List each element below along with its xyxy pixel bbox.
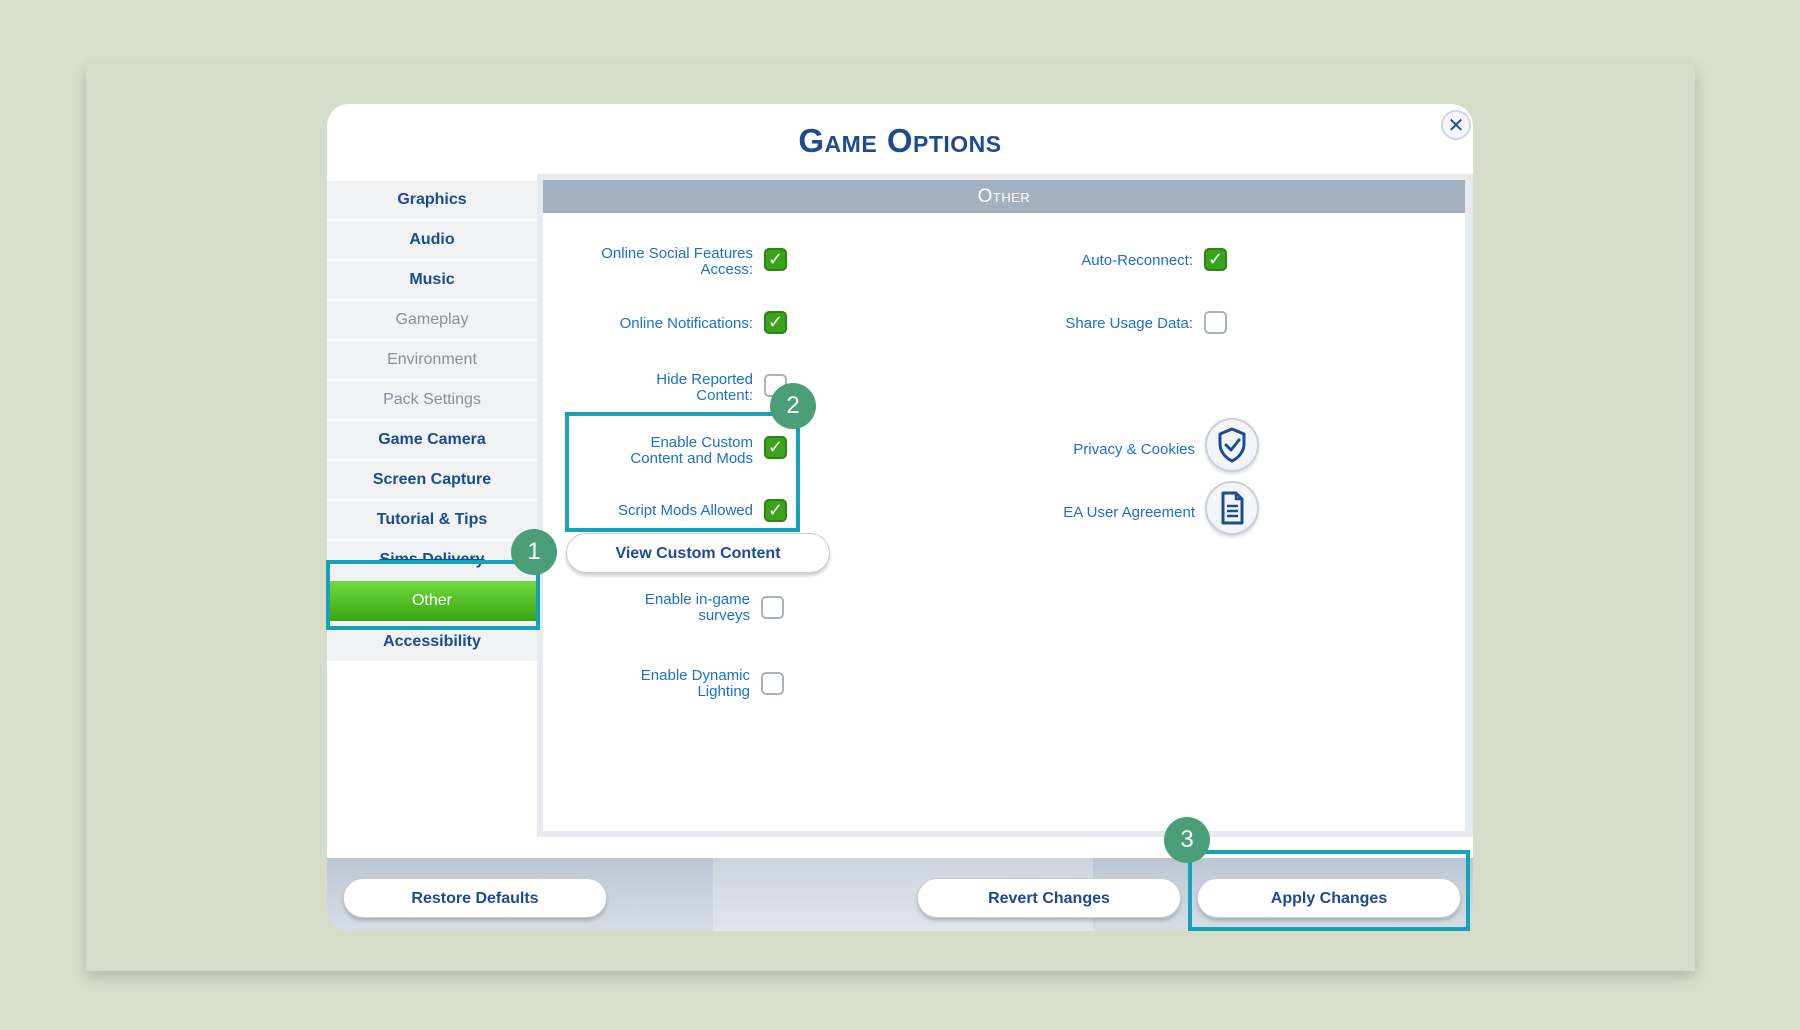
close-button[interactable]: ✕ [1441,110,1471,140]
hide-reported-label: Hide Reported Content: [656,371,753,404]
surveys-label: Enable in-game surveys [644,591,750,624]
section-header: Other [543,180,1465,213]
user-agreement-button[interactable] [1205,481,1259,535]
sidebar-item-pack-settings: Pack Settings [327,381,537,419]
highlight-box-other-tab [326,560,540,630]
online-notifications-label: Online Notifications: [619,315,753,332]
auto-reconnect-label: Auto-Reconnect: [1081,252,1193,269]
document-icon [1221,491,1244,525]
close-icon: ✕ [1447,115,1465,137]
user-agreement-label[interactable]: EA User Agreement [953,505,1195,521]
highlight-box-apply-changes [1188,850,1470,931]
sidebar-item-tutorial-tips[interactable]: Tutorial & Tips [327,501,537,539]
view-custom-content-button[interactable]: View Custom Content [566,533,830,573]
sidebar-item-gameplay: Gameplay [327,301,537,339]
step-badge-3: 3 [1164,817,1210,863]
sidebar-item-music[interactable]: Music [327,261,537,299]
share-usage-checkbox[interactable] [1204,311,1227,334]
sidebar-item-screen-capture[interactable]: Screen Capture [327,461,537,499]
privacy-cookies-button[interactable] [1205,418,1259,472]
sidebar-item-game-camera[interactable]: Game Camera [327,421,537,459]
shield-check-icon [1218,427,1246,463]
sidebar-item-audio[interactable]: Audio [327,221,537,259]
highlight-box-custom-content [565,412,800,532]
revert-changes-button[interactable]: Revert Changes [917,878,1181,918]
online-social-checkbox[interactable]: ✓ [764,248,787,271]
online-social-label: Online Social Features Access: [601,245,753,278]
restore-defaults-button[interactable]: Restore Defaults [343,878,607,918]
share-usage-label: Share Usage Data: [1065,315,1193,332]
sidebar-item-graphics[interactable]: Graphics [327,181,537,219]
step-badge-2: 2 [770,383,816,429]
step-badge-1: 1 [511,529,557,575]
surveys-checkbox[interactable] [761,596,784,619]
dialog-title: Game Options [798,122,1002,159]
sidebar-item-environment: Environment [327,341,537,379]
game-options-dialog: Game Options ✕ Graphics Audio Music Game… [327,104,1473,931]
auto-reconnect-checkbox[interactable]: ✓ [1204,248,1227,271]
privacy-cookies-label[interactable]: Privacy & Cookies [973,442,1195,458]
online-notifications-checkbox[interactable]: ✓ [764,311,787,334]
dynamic-lighting-label: Enable Dynamic Lighting [640,667,750,700]
dynamic-lighting-checkbox[interactable] [761,672,784,695]
